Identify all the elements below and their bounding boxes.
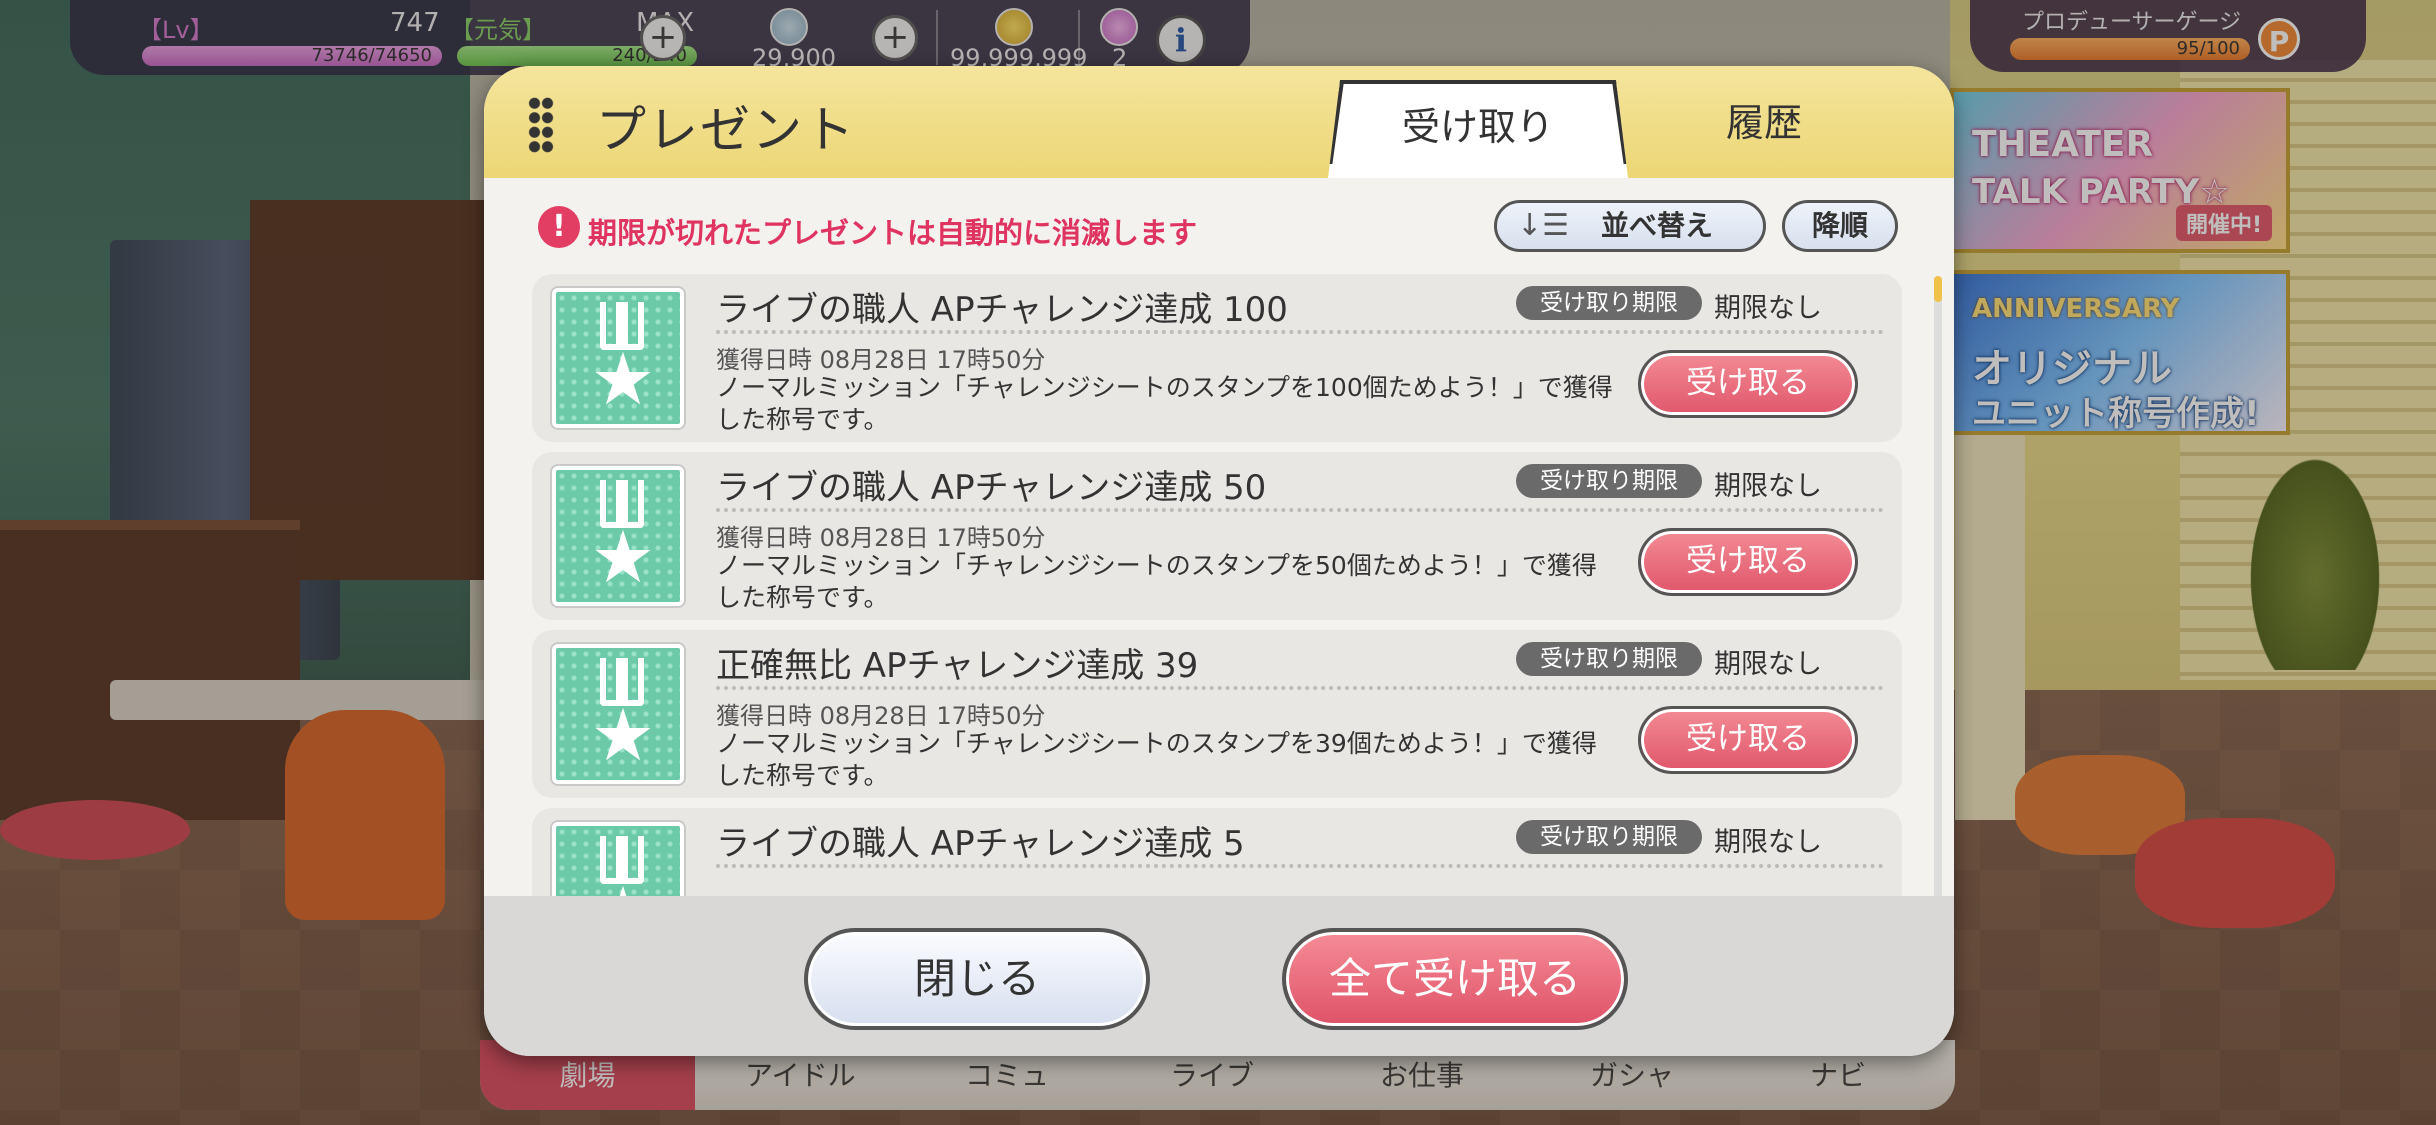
order-button[interactable]: 降順 xyxy=(1782,200,1898,252)
list-item: ★ ライブの職人 APチャレンジ達成 50 受け取り期限 期限なし 獲得日時 0… xyxy=(532,452,1902,620)
list-scrollbar[interactable] xyxy=(1934,276,1942,944)
item-description: ノーマルミッション「チャレンジシートのスタンプを39個ためよう！」で獲得した称号… xyxy=(716,729,1597,790)
list-item: ★ ライブの職人 APチャレンジ達成 100 受け取り期限 期限なし 獲得日時 … xyxy=(532,274,1902,442)
grip-icon xyxy=(528,96,554,154)
medal-icon: ★ xyxy=(552,288,684,428)
star-icon: ★ xyxy=(590,693,656,777)
item-title: ライブの職人 APチャレンジ達成 50 xyxy=(716,468,1267,508)
sort-button[interactable]: ↓☰ 並べ替え xyxy=(1494,200,1766,252)
receive-button[interactable]: 受け取る xyxy=(1638,706,1858,774)
item-description: ノーマルミッション「チャレンジシートのスタンプを50個ためよう！」で獲得した称号… xyxy=(716,551,1597,612)
present-list[interactable]: ★ ライブの職人 APチャレンジ達成 100 受け取り期限 期限なし 獲得日時 … xyxy=(532,274,1902,950)
dialog-header: プレゼント 受け取り 履歴 xyxy=(484,66,1954,178)
expiry-warning: 期限が切れたプレゼントは自動的に消滅します xyxy=(588,216,1198,250)
star-icon: ★ xyxy=(590,515,656,599)
dialog-footer xyxy=(484,896,1954,1056)
tab-history[interactable]: 履歴 xyxy=(1634,80,1894,178)
item-title: ライブの職人 APチャレンジ達成 100 xyxy=(716,290,1288,330)
item-title: ライブの職人 APチャレンジ達成 5 xyxy=(716,824,1245,864)
item-title: 正確無比 APチャレンジ達成 39 xyxy=(716,646,1199,686)
deadline-value: 期限なし xyxy=(1714,649,1822,680)
sort-label: 並べ替え xyxy=(1601,209,1714,242)
scroll-thumb[interactable] xyxy=(1934,276,1942,302)
item-date: 獲得日時 08月28日 17時50分 xyxy=(716,702,1046,730)
deadline-value: 期限なし xyxy=(1714,471,1822,502)
dotted-divider xyxy=(716,330,1884,334)
deadline-value: 期限なし xyxy=(1714,293,1822,324)
list-item: ★ 正確無比 APチャレンジ達成 39 受け取り期限 期限なし 獲得日時 08月… xyxy=(532,630,1902,798)
deadline-badge: 受け取り期限 xyxy=(1516,286,1702,320)
close-button[interactable]: 閉じる xyxy=(804,928,1150,1030)
dialog-title: プレゼント xyxy=(596,101,856,159)
dotted-divider xyxy=(716,508,1884,512)
medal-icon: ★ xyxy=(552,466,684,606)
item-description: ノーマルミッション「チャレンジシートのスタンプを100個ためよう！」で獲得した称… xyxy=(716,373,1613,434)
dotted-divider xyxy=(716,864,1884,868)
receive-button[interactable]: 受け取る xyxy=(1638,528,1858,596)
warning-icon: ! xyxy=(538,206,580,248)
deadline-badge: 受け取り期限 xyxy=(1516,642,1702,676)
receive-button[interactable]: 受け取る xyxy=(1638,350,1858,418)
sort-icon: ↓☰ xyxy=(1517,208,1570,243)
dotted-divider xyxy=(716,686,1884,690)
tab-receive[interactable]: 受け取り xyxy=(1328,80,1628,178)
item-date: 獲得日時 08月28日 17時50分 xyxy=(716,524,1046,552)
present-dialog: プレゼント 受け取り 履歴 ! 期限が切れたプレゼントは自動的に消滅します ↓☰… xyxy=(484,66,1954,1056)
star-icon: ★ xyxy=(590,337,656,421)
item-date: 獲得日時 08月28日 17時50分 xyxy=(716,346,1046,374)
medal-icon: ★ xyxy=(552,644,684,784)
deadline-badge: 受け取り期限 xyxy=(1516,464,1702,498)
deadline-badge: 受け取り期限 xyxy=(1516,820,1702,854)
receive-all-button[interactable]: 全て受け取る xyxy=(1282,928,1628,1030)
deadline-value: 期限なし xyxy=(1714,827,1822,858)
